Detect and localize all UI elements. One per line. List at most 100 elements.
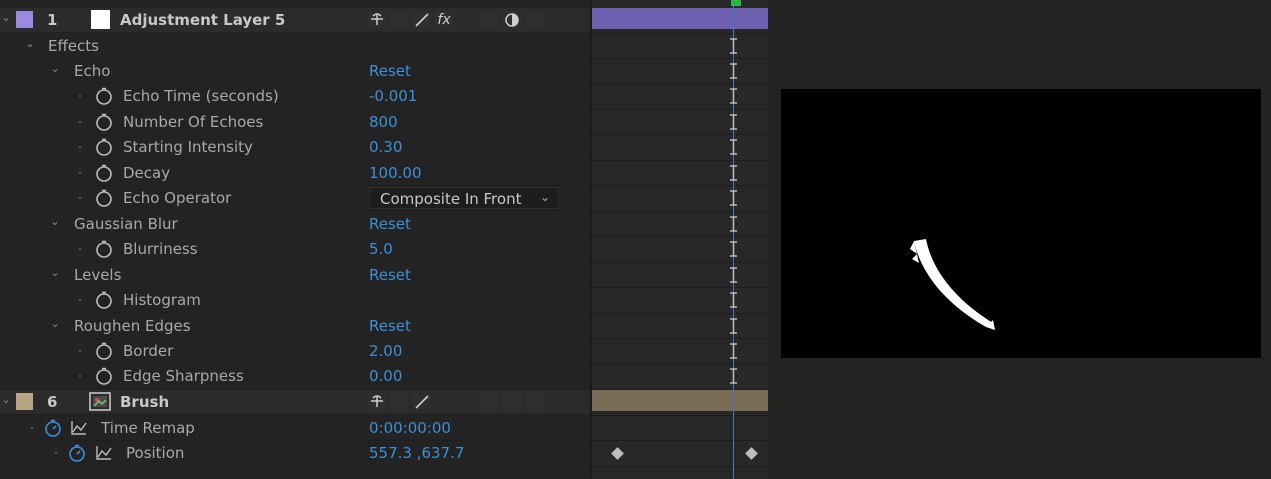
reset-link[interactable]: Reset (369, 317, 411, 335)
motion-blur-switch[interactable] (480, 12, 498, 28)
adjustment-switch-icon[interactable] (503, 12, 521, 28)
property-value[interactable]: 0.00 (369, 367, 402, 385)
twirl-down-icon[interactable]: ⌄ (49, 63, 61, 75)
indent-dot (79, 350, 81, 352)
graph-icon[interactable] (95, 445, 113, 465)
property-value[interactable]: 0.30 (369, 138, 402, 156)
expression-marker-icon (729, 318, 738, 334)
twirl-down-icon[interactable]: ⌄ (0, 12, 12, 24)
property-row-echo-operator[interactable]: Echo Operator Composite In Front ⌄ (0, 186, 590, 211)
property-value[interactable]: 0:00:00:00 (369, 419, 451, 437)
property-name: Histogram (123, 291, 201, 309)
expression-marker-icon (729, 114, 738, 130)
label-color-swatch[interactable] (16, 393, 33, 410)
collapse-switch[interactable] (390, 394, 408, 410)
reset-link[interactable]: Reset (369, 266, 411, 284)
expression-marker-icon (729, 165, 738, 181)
property-row-blurriness[interactable]: Blurriness 5.0 (0, 237, 590, 262)
layer-name[interactable]: Adjustment Layer 5 (120, 11, 285, 29)
property-row-starting-intensity[interactable]: Starting Intensity 0.30 (0, 135, 590, 160)
property-name: Position (126, 444, 185, 462)
property-value[interactable]: 5.0 (369, 240, 393, 258)
stopwatch-icon[interactable] (95, 113, 113, 131)
property-value[interactable]: -0.001 (369, 87, 417, 105)
twirl-down-icon[interactable]: ⌄ (49, 318, 61, 330)
stopwatch-icon[interactable] (95, 342, 113, 360)
property-value[interactable]: 557.3 ,637.7 (369, 444, 464, 462)
motion-blur-switch[interactable] (480, 394, 498, 410)
indent-dot (79, 375, 81, 377)
property-name: Blurriness (123, 240, 198, 258)
fx-switch-icon[interactable]: fx (435, 12, 453, 28)
property-value[interactable]: 2.00 (369, 342, 402, 360)
3d-switch[interactable] (526, 394, 544, 410)
twirl-down-icon[interactable]: ⌄ (24, 38, 36, 50)
twirl-down-icon[interactable]: ⌄ (0, 394, 12, 406)
effect-row-gaussian-blur[interactable]: ⌄ Gaussian Blur Reset (0, 212, 590, 237)
effect-name: Echo (74, 62, 111, 80)
stopwatch-icon[interactable] (95, 164, 113, 182)
expression-marker-icon (729, 88, 738, 104)
adjustment-switch[interactable] (503, 394, 521, 410)
property-name: Echo Time (seconds) (123, 87, 279, 105)
layer-row-adjustment-layer-5[interactable]: ⌄ 1 Adjustment Layer 5 fx (0, 8, 590, 33)
twirl-down-icon[interactable]: ⌄ (49, 216, 61, 228)
expression-marker-icon (729, 368, 738, 384)
property-row-histogram[interactable]: Histogram (0, 288, 590, 313)
layer-duration-bar-adjustment[interactable] (592, 8, 768, 29)
chevron-down-icon: ⌄ (539, 190, 550, 204)
property-value[interactable]: 800 (369, 113, 398, 131)
shy-switch-icon[interactable] (368, 394, 386, 410)
quality-switch-icon[interactable] (413, 394, 431, 410)
stopwatch-icon[interactable] (95, 189, 113, 207)
effect-row-roughen-edges[interactable]: ⌄ Roughen Edges Reset (0, 314, 590, 339)
graph-icon[interactable] (70, 420, 88, 440)
3d-switch[interactable] (526, 12, 544, 28)
stopwatch-icon[interactable] (95, 87, 113, 105)
property-name: Echo Operator (123, 189, 232, 207)
property-name: Border (123, 342, 174, 360)
property-name: Decay (123, 164, 171, 182)
label-color-swatch[interactable] (16, 11, 33, 28)
twirl-down-icon[interactable]: ⌄ (49, 267, 61, 279)
layer-row-brush[interactable]: ⌄ 6 Brush (0, 390, 590, 415)
quality-switch-icon[interactable] (413, 12, 431, 28)
property-row-time-remap[interactable]: Time Remap 0:00:00:00 (0, 416, 590, 441)
expression-marker-icon (729, 139, 738, 155)
property-row-number-of-echoes[interactable]: Number Of Echoes 800 (0, 110, 590, 135)
stopwatch-active-icon[interactable] (44, 419, 62, 437)
indent-dot (31, 427, 33, 429)
indent-dot (79, 121, 81, 123)
expression-marker-icon (729, 292, 738, 308)
reset-link[interactable]: Reset (369, 215, 411, 233)
layer-name[interactable]: Brush (120, 393, 169, 411)
property-row-decay[interactable]: Decay 100.00 (0, 161, 590, 186)
property-value[interactable]: 100.00 (369, 164, 422, 182)
layer-duration-bar-brush[interactable] (592, 390, 768, 411)
stopwatch-active-icon[interactable] (68, 444, 86, 462)
property-row-border[interactable]: Border 2.00 (0, 339, 590, 364)
property-row-edge-sharpness[interactable]: Edge Sharpness 0.00 (0, 364, 590, 389)
effects-group-row[interactable]: ⌄ Effects (0, 34, 590, 59)
indent-dot (79, 172, 81, 174)
property-name: Time Remap (101, 419, 195, 437)
effect-row-levels[interactable]: ⌄ Levels Reset (0, 263, 590, 288)
stopwatch-icon[interactable] (95, 367, 113, 385)
composition-canvas[interactable] (781, 89, 1261, 358)
echo-operator-dropdown[interactable]: Composite In Front ⌄ (369, 187, 559, 209)
property-row-echo-time[interactable]: Echo Time (seconds) -0.001 (0, 84, 590, 109)
dropdown-value: Composite In Front (380, 190, 522, 208)
property-name: Starting Intensity (123, 138, 253, 156)
effect-row-echo[interactable]: ⌄ Echo Reset (0, 59, 590, 84)
work-area-marker[interactable] (731, 0, 741, 6)
shy-switch-icon[interactable] (368, 12, 386, 28)
effect-name: Roughen Edges (74, 317, 191, 335)
property-row-position[interactable]: Position 557.3 ,637.7 (0, 441, 590, 466)
effects-group-label: Effects (48, 37, 99, 55)
timeline-panel[interactable] (592, 0, 768, 479)
stopwatch-icon[interactable] (95, 138, 113, 156)
stopwatch-icon[interactable] (95, 240, 113, 258)
reset-link[interactable]: Reset (369, 62, 411, 80)
collapse-switch[interactable] (390, 12, 408, 28)
stopwatch-icon[interactable] (95, 291, 113, 309)
